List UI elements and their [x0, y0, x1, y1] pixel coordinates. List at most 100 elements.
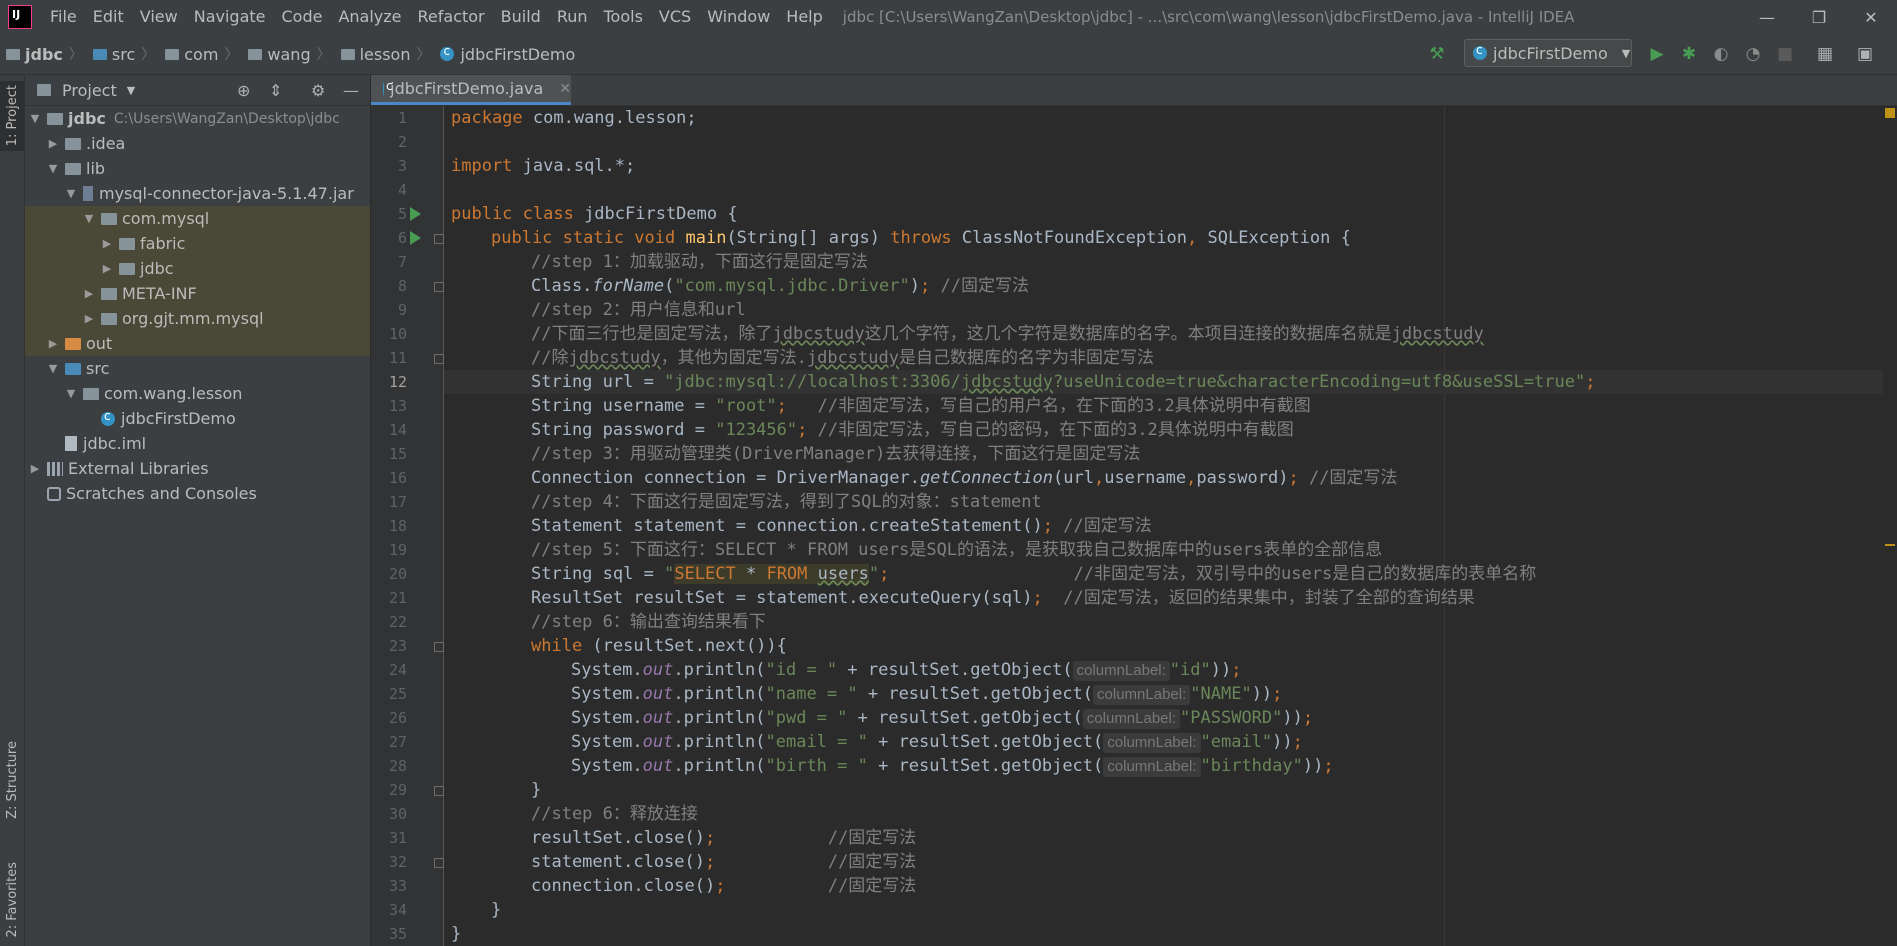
parameter-hint: columnLabel:	[1103, 757, 1201, 777]
package-icon	[83, 387, 99, 400]
gear-icon[interactable]: ⚙	[311, 81, 325, 100]
code-line: //step 5：下面这行：SELECT * FROM users是SQL的语法…	[531, 540, 1383, 560]
java-class-icon	[101, 409, 115, 426]
tree-item-org-gjt-mm-mysql[interactable]: ▶ org.gjt.mm.mysql	[25, 306, 370, 331]
line-number: 28	[388, 757, 407, 775]
fold-marker-icon[interactable]	[434, 234, 444, 244]
close-tab-icon[interactable]: ✕	[559, 81, 571, 97]
locate-target-icon[interactable]: ⊕	[237, 81, 250, 100]
stop-icon[interactable]: ■	[1772, 41, 1798, 67]
line-number: 9	[397, 301, 407, 319]
tree-item-com-wang-lesson[interactable]: ▼ com.wang.lesson	[25, 381, 370, 406]
code-line: //step 6：输出查询结果看下	[531, 612, 766, 632]
run-icon[interactable]: ▶	[1644, 41, 1670, 67]
tree-item-jdbcfirstdemo[interactable]: jdbcFirstDemo	[25, 406, 370, 431]
menu-navigate[interactable]: Navigate	[186, 0, 274, 34]
fold-marker-icon[interactable]	[434, 858, 444, 868]
project-panel-title[interactable]: Project	[62, 81, 117, 100]
line-number: 27	[388, 733, 407, 751]
breadcrumb-src[interactable]: src 〉	[87, 44, 159, 64]
tree-item-meta-inf[interactable]: ▶ META-INF	[25, 281, 370, 306]
code-line: //step 3：用驱动管理类(DriverManager)去获得连接，下面这行…	[531, 444, 1141, 464]
tree-item-fabric[interactable]: ▶ fabric	[25, 231, 370, 256]
editor-scrollbar[interactable]	[1883, 106, 1897, 946]
line-number: 23	[388, 637, 407, 655]
fold-marker-icon[interactable]	[434, 642, 444, 652]
tree-item-mysql-connector-jar[interactable]: ▼ mysql-connector-java-5.1.47.jar	[25, 181, 370, 206]
fold-marker-icon[interactable]	[434, 786, 444, 796]
code-text-area[interactable]: package com.wang.lesson; import java.sql…	[444, 106, 1897, 946]
minimize-button[interactable]: —	[1741, 0, 1793, 34]
tab-jdbcfirstdemo-java[interactable]: jdbcFirstDemo.java ✕	[371, 75, 571, 105]
terminal-icon[interactable]: ▣	[1852, 41, 1878, 67]
module-folder-icon	[47, 112, 63, 125]
menu-tools[interactable]: Tools	[596, 0, 651, 34]
menu-file[interactable]: File	[42, 0, 85, 34]
debug-icon[interactable]: ✱	[1676, 41, 1702, 67]
breadcrumb-label: com	[184, 44, 219, 64]
package-icon	[165, 48, 180, 60]
profile-icon[interactable]: ◔	[1740, 41, 1766, 67]
warning-marker-icon[interactable]	[1885, 108, 1895, 118]
menu-window[interactable]: Window	[699, 0, 778, 34]
chevron-right-icon: ▶	[48, 137, 58, 150]
tree-label: jdbcFirstDemo	[121, 409, 236, 428]
chevron-down-icon: ▼	[48, 362, 58, 375]
tree-item-jdbc-iml[interactable]: jdbc.iml	[25, 431, 370, 456]
run-gutter-icon[interactable]	[410, 231, 421, 245]
warning-stripe-marker[interactable]	[1885, 544, 1895, 546]
module-folder-icon	[6, 48, 20, 60]
menu-edit[interactable]: Edit	[85, 0, 132, 34]
code-editor: jdbcFirstDemo.java ✕ 1 2 3 4 5 6 7 8 9 1…	[371, 75, 1897, 946]
tree-item-scratches-and-consoles[interactable]: Scratches and Consoles	[25, 481, 370, 506]
tab-favorites[interactable]: 2: Favorites	[0, 855, 24, 945]
tree-item-jdbc-package[interactable]: ▶ jdbc	[25, 256, 370, 281]
run-gutter-icon[interactable]	[410, 207, 421, 221]
collapse-all-icon[interactable]: ⇕	[269, 81, 282, 100]
fold-marker-icon[interactable]	[434, 282, 444, 292]
restore-button[interactable]: ❐	[1793, 0, 1845, 34]
tree-item-src[interactable]: ▼ src	[25, 356, 370, 381]
menu-vcs[interactable]: VCS	[651, 0, 699, 34]
close-window-button[interactable]: ✕	[1845, 0, 1897, 34]
tree-label: com.wang.lesson	[104, 384, 243, 403]
menu-build[interactable]: Build	[493, 0, 549, 34]
line-number: 34	[388, 901, 407, 919]
line-number: 3	[397, 157, 407, 175]
tree-item-external-libraries[interactable]: ▶ External Libraries	[25, 456, 370, 481]
line-number: 7	[397, 253, 407, 271]
tree-item-out[interactable]: ▶ out	[25, 331, 370, 356]
menu-view[interactable]: View	[132, 0, 186, 34]
tree-item-com-mysql[interactable]: ▼ com.mysql	[25, 206, 370, 231]
project-structure-icon[interactable]: ▦	[1812, 41, 1838, 67]
project-view-icon	[37, 84, 51, 96]
breadcrumb-wang[interactable]: wang 〉	[242, 44, 334, 64]
chevron-down-icon[interactable]: ▼	[127, 84, 135, 97]
tab-structure[interactable]: Z: Structure	[0, 730, 24, 830]
menu-help[interactable]: Help	[778, 0, 830, 34]
libraries-icon	[47, 461, 63, 476]
tree-item-jdbc[interactable]: ▼ jdbc C:\Users\WangZan\Desktop\jdbc	[25, 106, 370, 131]
menu-code[interactable]: Code	[274, 0, 331, 34]
menu-refactor[interactable]: Refactor	[410, 0, 493, 34]
tab-project[interactable]: 1: Project	[0, 81, 24, 151]
hide-panel-icon[interactable]: —	[343, 81, 359, 100]
java-class-icon	[440, 44, 455, 61]
breadcrumb-com[interactable]: com 〉	[159, 44, 242, 64]
coverage-icon[interactable]: ◐	[1708, 41, 1734, 67]
breadcrumb-lesson[interactable]: lesson 〉	[335, 44, 435, 64]
menu-run[interactable]: Run	[549, 0, 596, 34]
menu-analyze[interactable]: Analyze	[330, 0, 409, 34]
code-line: System.out.println("id = " + resultSet.g…	[571, 660, 1242, 681]
build-hammer-icon[interactable]: ⚒	[1424, 41, 1450, 67]
tree-path-hint: C:\Users\WangZan\Desktop\jdbc	[113, 110, 340, 127]
tree-item-idea[interactable]: ▶ .idea	[25, 131, 370, 156]
tree-item-lib[interactable]: ▼ lib	[25, 156, 370, 181]
tree-label: Scratches and Consoles	[66, 484, 257, 503]
fold-marker-icon[interactable]	[434, 354, 444, 364]
breadcrumb-jdbcfirstdemo[interactable]: jdbcFirstDemo	[434, 44, 579, 64]
line-number: 15	[388, 445, 407, 463]
run-configuration-select[interactable]: jdbcFirstDemo ▼	[1464, 39, 1632, 67]
breadcrumb-jdbc[interactable]: jdbc 〉	[0, 44, 87, 64]
iml-file-icon	[65, 436, 77, 451]
